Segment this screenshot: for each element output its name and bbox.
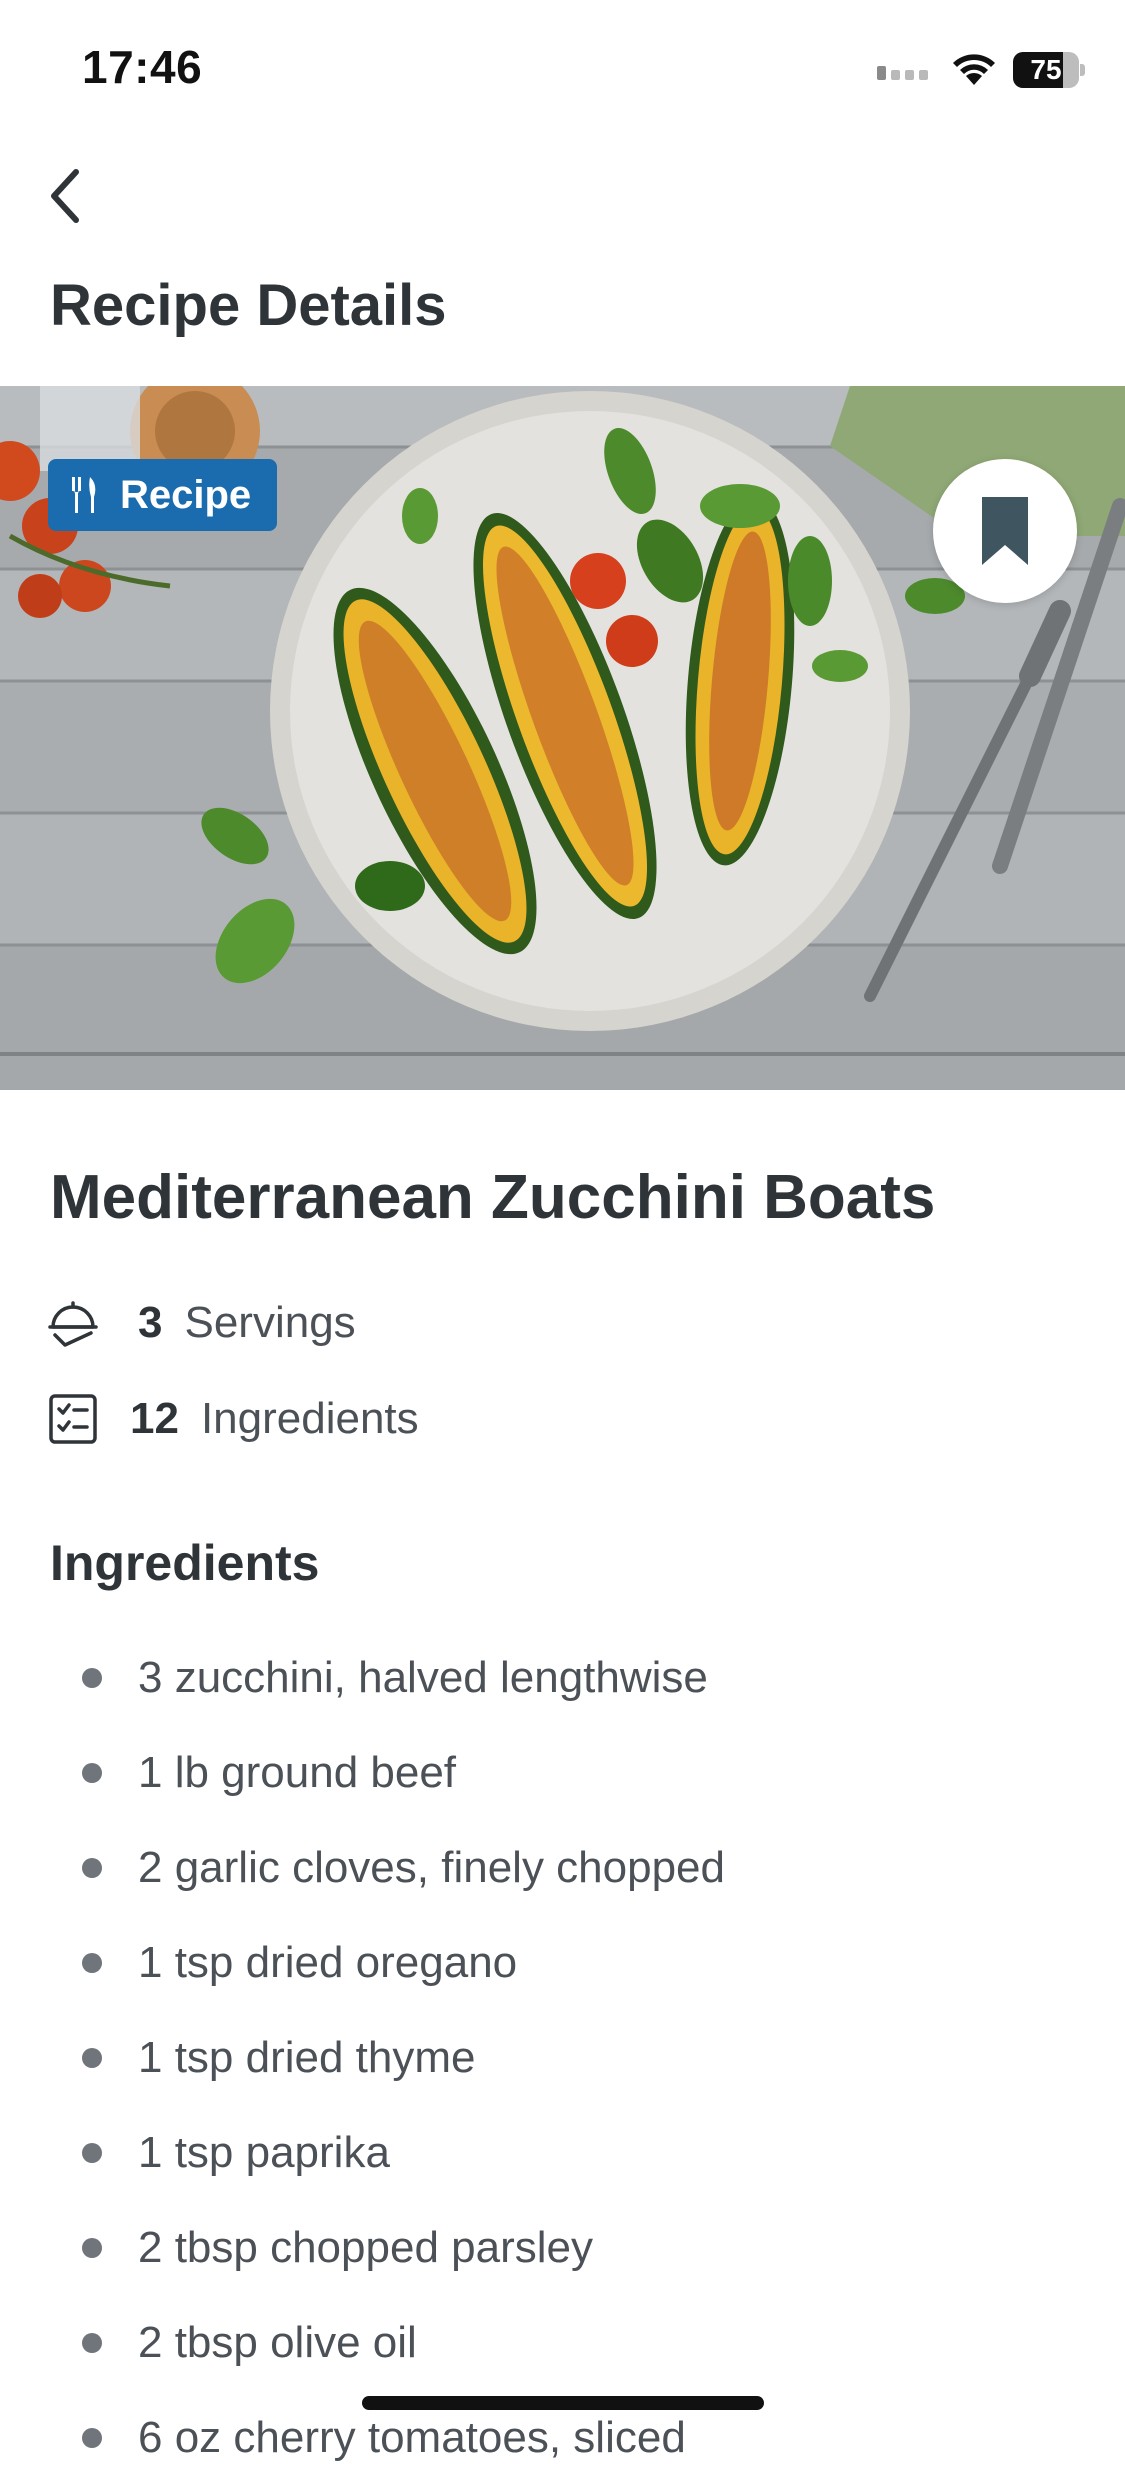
ingredient-text: 3 zucchini, halved lengthwise <box>138 1652 708 1702</box>
list-item: 1 tsp paprika <box>0 2105 1125 2200</box>
wifi-icon <box>953 54 995 85</box>
list-item: 2 tbsp chopped parsley <box>0 2200 1125 2295</box>
bullet-icon <box>82 1667 102 1688</box>
servings-count: 3 <box>138 1298 163 1347</box>
servings-row: 3 Servings <box>46 1288 356 1358</box>
serving-dish-icon <box>46 1296 100 1350</box>
list-item: 2 tbsp olive oil <box>0 2295 1125 2390</box>
chevron-left-icon <box>51 169 79 223</box>
status-bar: 17:46 75 <box>0 0 1125 140</box>
ingredients-section-title: Ingredients <box>50 1535 320 1591</box>
list-item: 2 garlic cloves, finely chopped <box>0 1820 1125 1915</box>
page-title: Recipe Details <box>50 273 447 338</box>
ingredient-text: 6 oz cherry tomatoes, sliced <box>138 2412 686 2462</box>
ingredient-text: 1 tsp dried oregano <box>138 1937 518 1987</box>
checklist-icon <box>46 1392 100 1446</box>
ingredient-text: 1 lb ground beef <box>138 1747 457 1797</box>
bookmark-button[interactable] <box>933 459 1077 603</box>
ingredient-text: 2 tbsp chopped parsley <box>138 2222 593 2272</box>
battery-level: 75 <box>1030 54 1062 85</box>
recipe-badge: Recipe <box>48 459 278 531</box>
signal-icon <box>877 60 935 80</box>
home-indicator[interactable] <box>362 2396 764 2410</box>
bullet-icon <box>82 2332 102 2353</box>
list-item: 3 zucchini, halved lengthwise <box>0 1630 1125 1725</box>
list-item: 1 tsp dried thyme <box>0 2010 1125 2105</box>
status-icons: 75 <box>877 48 1085 92</box>
battery-icon: 75 <box>1013 52 1085 88</box>
back-button[interactable] <box>36 160 96 232</box>
ingredient-text: 2 tbsp olive oil <box>138 2317 417 2367</box>
ingredient-text: 1 tsp dried thyme <box>138 2032 476 2082</box>
bullet-icon <box>82 2047 102 2068</box>
bullet-icon <box>82 1762 102 1783</box>
fork-knife-icon <box>72 477 96 513</box>
ingredient-text: 2 garlic cloves, finely chopped <box>138 1842 725 1892</box>
recipe-badge-label: Recipe <box>120 472 252 517</box>
ingredients-count-label: Ingredients <box>200 1394 419 1443</box>
ingredient-text: 1 tsp paprika <box>138 2127 390 2177</box>
bullet-icon <box>82 2142 102 2163</box>
servings-label: Servings <box>184 1298 356 1347</box>
ingredients-count: 12 <box>130 1394 179 1443</box>
bookmark-icon <box>982 497 1028 565</box>
status-time: 17:46 <box>82 41 203 93</box>
bullet-icon <box>82 2237 102 2258</box>
bullet-icon <box>82 1857 102 1878</box>
list-item: 1 tsp dried oregano <box>0 1915 1125 2010</box>
bullet-icon <box>82 1952 102 1973</box>
list-item: 1 lb ground beef <box>0 1725 1125 1820</box>
ingredients-list: 3 zucchini, halved lengthwise 1 lb groun… <box>0 1630 1125 2485</box>
ingredients-count-row: 12 Ingredients <box>46 1384 419 1454</box>
bullet-icon <box>82 2427 102 2448</box>
recipe-title: Mediterranean Zucchini Boats <box>50 1163 936 1232</box>
